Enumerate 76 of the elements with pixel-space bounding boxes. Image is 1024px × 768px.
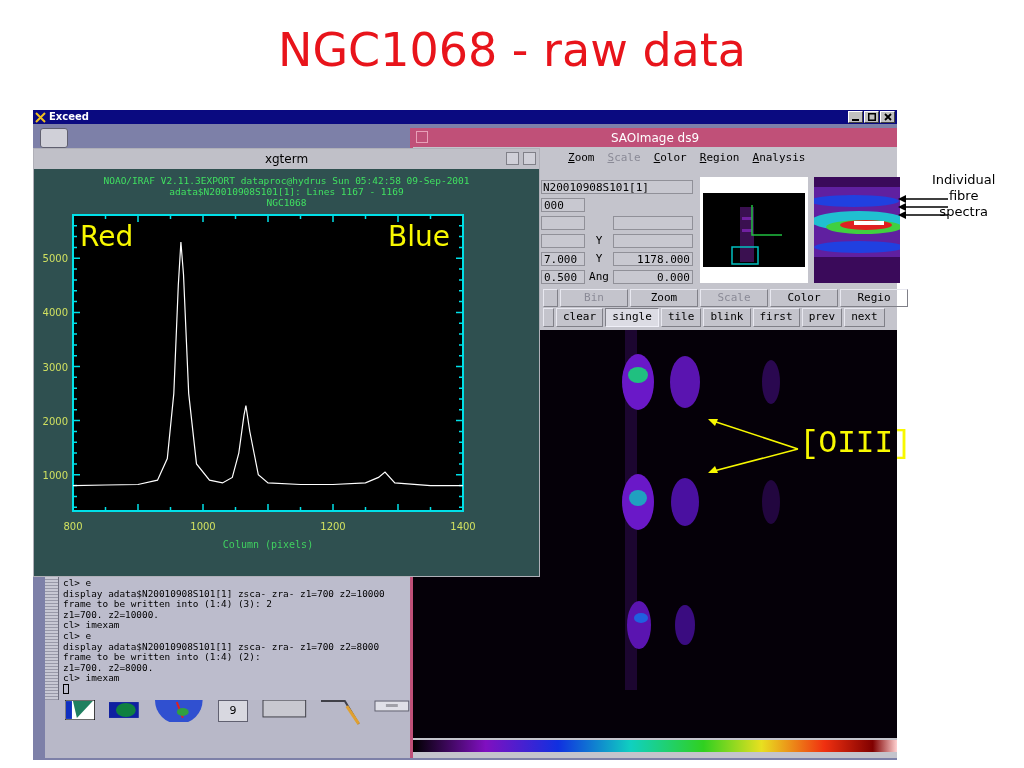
input-field[interactable] (613, 216, 693, 230)
input-field[interactable] (541, 216, 585, 230)
tick-label: 2000 (42, 415, 68, 427)
tick-label: 5000 (42, 253, 68, 265)
axis-label: Column (pixels) (222, 539, 314, 550)
plot-header-text: NOAO/IRAF V2.11.3EXPORT dataproc@hydrus Sun 05:42:58 09-Sep-2001 (103, 175, 470, 186)
tick-label: 1000 (42, 469, 68, 481)
frame-button[interactable]: tile (660, 308, 702, 327)
calendar-button[interactable]: 9 (218, 700, 248, 722)
frame-button[interactable]: prev (801, 308, 843, 327)
field-label: Y (594, 252, 604, 266)
menu-item[interactable]: Zoom (568, 151, 595, 165)
terminal-line: cl> imexam (63, 620, 121, 631)
button-edge[interactable] (543, 308, 554, 327)
toolbar-button[interactable]: Zoom (630, 289, 698, 307)
toolbar-button[interactable]: Color (770, 289, 838, 307)
input-field[interactable] (613, 234, 693, 248)
annotation-label: Individual (932, 172, 996, 188)
terminal-line: display adata$N20010908S101[1] zsca- zra- z1=700 z2=8000 (63, 641, 381, 653)
input-field[interactable]: 7.000 (541, 252, 585, 266)
button-edge[interactable] (543, 289, 558, 307)
terminal-line: z1=700. z2=8000. (63, 662, 155, 674)
slide-title: NGC1068 - raw data (276, 22, 747, 78)
terminal-line: cl> e (63, 578, 93, 589)
text-cursor (63, 683, 69, 694)
terminal-line: frame to be written into (1:4) (2): (63, 652, 262, 663)
pen-icon (320, 700, 361, 726)
window-title: xgterm (264, 151, 309, 168)
tick-label: 1200 (320, 521, 346, 532)
terminal-line: z1=700. z2=10000. (63, 609, 160, 621)
menu-item[interactable]: Analysis (752, 151, 806, 165)
input-field[interactable]: 0.500 (541, 270, 585, 284)
frame-button[interactable]: single (605, 308, 659, 327)
toolbar-button[interactable]: Regio (840, 289, 908, 307)
field-label: Ang (588, 270, 610, 284)
frame-button[interactable]: blink (703, 308, 751, 327)
annotation-label: fibre (948, 188, 979, 204)
tick-label: 4000 (42, 307, 68, 319)
drive-icon[interactable] (40, 128, 68, 148)
window-title: Exceed (49, 111, 89, 123)
plot-header-text: adata$N20010908S101[1]: Lines 1167 - 1169 (169, 186, 404, 197)
terminal-line: cl> e (63, 630, 93, 642)
x-logo-icon (35, 111, 46, 123)
window-title: SAOImage ds9 (610, 129, 700, 147)
minimize-icon (852, 118, 859, 121)
annotation-label: spectra (939, 204, 988, 220)
spectrum-label: Red (80, 220, 134, 254)
plot-header-text: NGC1068 (266, 197, 307, 208)
terminal-line: frame to be written into (1:4) (3): 2 (63, 599, 273, 610)
window-menu-button[interactable] (416, 131, 428, 143)
tick-label: 3000 (42, 361, 68, 373)
input-field[interactable]: 0.000 (613, 270, 693, 284)
frame-button[interactable]: first (752, 308, 800, 327)
input-field[interactable]: 1178.000 (613, 252, 693, 266)
input-field[interactable]: 000 (541, 198, 585, 212)
terminal-line: cl> imexam (63, 673, 121, 684)
menu-item[interactable]: Region (699, 151, 740, 165)
drawer-icon (374, 700, 410, 712)
input-field[interactable]: N20010908S101[1] (541, 180, 693, 194)
frame-button[interactable]: clear (556, 308, 604, 327)
close-button[interactable] (880, 111, 895, 123)
tick-label: 1000 (190, 521, 216, 532)
close-icon (883, 113, 892, 121)
tick-label: 800 (63, 521, 83, 532)
restore-icon (867, 113, 876, 121)
earth-icon (108, 700, 139, 720)
tick-label: 1400 (450, 521, 476, 532)
scrollbar[interactable] (45, 577, 59, 700)
globe-icon (152, 700, 205, 722)
image-icon (65, 700, 95, 720)
spectrum-label: Blue (388, 220, 450, 254)
menu-item[interactable]: Color (653, 151, 687, 165)
field-label: Y (594, 234, 604, 248)
input-field[interactable] (541, 234, 585, 248)
terminal-line: display adata$N20010908S101[1] zsca- zra- z1=700 z2=10000 (63, 588, 385, 600)
frame-button[interactable]: next (844, 308, 885, 327)
